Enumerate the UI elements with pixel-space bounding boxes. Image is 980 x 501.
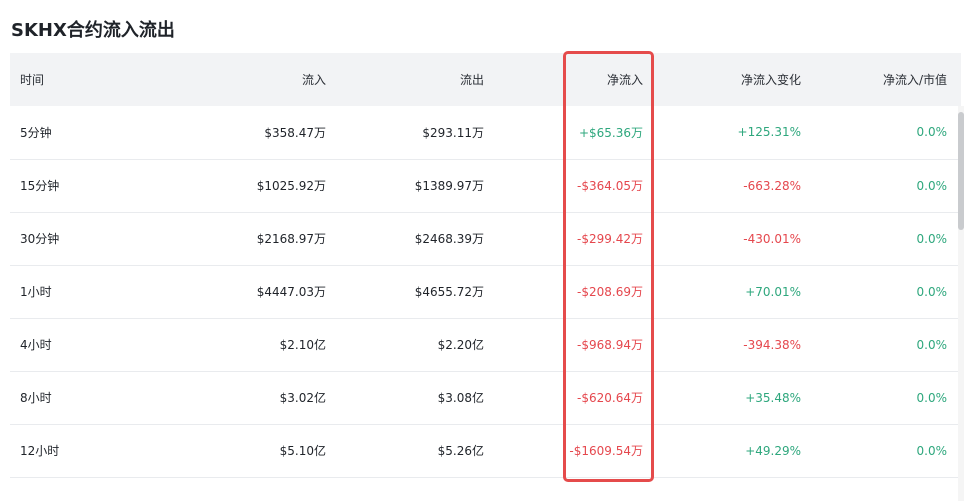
cell-net-inflow-ratio: 0.0% <box>916 178 948 193</box>
table-body: 5分钟 $358.47万 $293.11万 +$65.36万 +125.31% 0.0% 1… <box>10 106 961 477</box>
column-header-time: 时间 <box>20 73 45 87</box>
cell-inflow: $2168.97万 <box>256 232 326 246</box>
column-header-net-inflow-change: 净流入变化 <box>740 73 801 87</box>
cell-net-inflow-change: -663.28% <box>743 178 801 193</box>
cell-time: 8小时 <box>20 391 52 405</box>
cell-net-inflow-ratio: 0.0% <box>916 443 948 458</box>
table-row: 8小时 $3.02亿 $3.08亿 -$620.64万 +35.48% 0.0% <box>10 371 961 424</box>
table-row: 15分钟 $1025.92万 $1389.97万 -$364.05万 -663.28% 0… <box>10 159 961 212</box>
column-header-net-inflow-ratio: 净流入/市值 <box>882 73 947 87</box>
cell-net-inflow-change: -394.38% <box>743 337 801 352</box>
cell-net-inflow: -$364.05万 <box>577 179 643 193</box>
cell-outflow: $5.26亿 <box>437 444 484 458</box>
cell-net-inflow-ratio: 0.0% <box>916 284 948 299</box>
cell-inflow: $1025.92万 <box>256 179 326 193</box>
flow-table-container: 时间 流入 流出 净流入 净流入变化 净流入/市值 5分钟 $358.47万 $29… <box>10 53 961 501</box>
cell-net-inflow: -$208.69万 <box>577 285 643 299</box>
cell-outflow: $2468.39万 <box>414 232 484 246</box>
cell-time: 5分钟 <box>20 125 52 140</box>
cell-net-inflow-ratio: 0.0% <box>916 231 948 246</box>
cell-inflow: $5.10亿 <box>279 444 326 458</box>
cell-net-inflow-ratio: 0.0% <box>916 125 948 140</box>
page: SKHX合约流入流出 时间 流入 流出 净流入 净流入变化 净流入/市值 5分钟… <box>0 0 980 501</box>
cell-time: 4小时 <box>20 338 52 352</box>
cell-outflow: $2.20亿 <box>437 338 484 352</box>
cell-net-inflow: -$620.64万 <box>577 391 643 405</box>
cell-outflow: $4655.72万 <box>414 285 484 299</box>
table-header-row: 时间 流入 流出 净流入 净流入变化 净流入/市值 <box>10 53 961 106</box>
page-title: SKHX合约流入流出 <box>11 20 175 41</box>
cell-net-inflow-ratio: 0.0% <box>916 390 948 405</box>
scrollbar-thumb[interactable] <box>958 112 964 230</box>
cell-net-inflow-change: +35.48% <box>745 390 801 405</box>
table-row: 5分钟 $358.47万 $293.11万 +$65.36万 +125.31% 0.0% <box>10 106 961 159</box>
cell-inflow: $3.02亿 <box>279 391 326 405</box>
cell-net-inflow-ratio: 0.0% <box>916 337 948 352</box>
cell-outflow: $1389.97万 <box>414 179 484 193</box>
cell-net-inflow-change: +49.29% <box>745 443 801 458</box>
cell-outflow: $3.08亿 <box>437 391 484 405</box>
cell-net-inflow-change: -430.01% <box>743 231 801 246</box>
column-header-outflow: 流出 <box>459 73 484 87</box>
cell-net-inflow-change: +70.01% <box>745 284 801 299</box>
cell-inflow: $4447.03万 <box>256 285 326 299</box>
cell-time: 15分钟 <box>20 179 60 193</box>
cell-inflow: $2.10亿 <box>279 338 326 352</box>
cell-net-inflow: -$1609.54万 <box>569 444 643 458</box>
table-row: 4小时 $2.10亿 $2.20亿 -$968.94万 -394.38% 0.0% <box>10 318 961 371</box>
cell-net-inflow: +$65.36万 <box>578 125 643 140</box>
column-header-inflow: 流入 <box>301 73 326 87</box>
cell-time: 1小时 <box>20 285 52 299</box>
flow-table: 时间 流入 流出 净流入 净流入变化 净流入/市值 5分钟 $358.47万 $29… <box>10 53 961 478</box>
cell-net-inflow: -$299.42万 <box>577 232 643 246</box>
cell-time: 12小时 <box>20 444 60 458</box>
table-row: 12小时 $5.10亿 $5.26亿 -$1609.54万 +49.29% 0.0% <box>10 424 961 477</box>
column-header-net-inflow: 净流入 <box>606 73 643 87</box>
cell-net-inflow: -$968.94万 <box>577 338 643 352</box>
cell-outflow: $293.11万 <box>422 125 484 140</box>
table-row: 30分钟 $2168.97万 $2468.39万 -$299.42万 -430.01% 0… <box>10 212 961 265</box>
cell-net-inflow-change: +125.31% <box>737 125 801 140</box>
cell-time: 30分钟 <box>20 232 60 246</box>
cell-inflow: $358.47万 <box>264 125 326 140</box>
table-row: 1小时 $4447.03万 $4655.72万 -$208.69万 +70.01% 0.0… <box>10 265 961 318</box>
